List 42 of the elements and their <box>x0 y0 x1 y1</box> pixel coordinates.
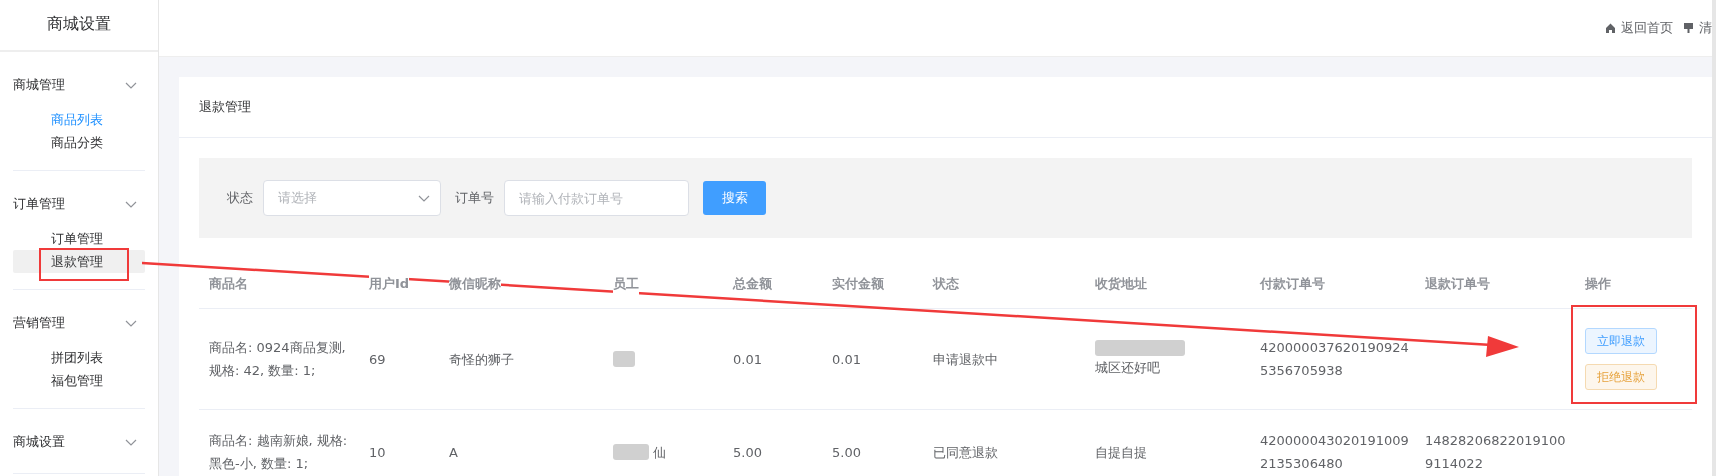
menu-group[interactable]: 商城设置 <box>13 427 145 457</box>
chevron-icon <box>125 319 137 327</box>
table-cell-text: 10 <box>369 443 387 462</box>
table-cell-text: 5.00 <box>733 443 763 462</box>
table-cell-text: 4200000430201910092135306480 <box>1260 432 1410 473</box>
header-link[interactable]: 清 <box>1683 19 1712 37</box>
table-cell-text: 奇怪的狮子 <box>449 350 515 369</box>
menu-item[interactable]: 订单管理 <box>13 227 145 250</box>
menu-item[interactable]: 拼团列表 <box>13 346 145 369</box>
table-cell-text: 69 <box>369 350 387 369</box>
table-cell-text: 申请退款中 <box>933 350 999 369</box>
menu-group[interactable]: 营销管理 <box>13 308 145 338</box>
select-placeholder: 请选择 <box>278 189 317 207</box>
home-icon <box>1605 22 1616 34</box>
table-cell-text: 已同意退款 <box>933 443 999 462</box>
chevron-icon <box>125 81 137 89</box>
table-cell-text: 5.00 <box>832 443 862 462</box>
table-cell-text: 148282068220191009114022 <box>1425 432 1567 473</box>
table-cell-text: 0.01 <box>733 350 763 369</box>
order-input[interactable]: 请输入付款订单号 <box>504 180 689 216</box>
table-cell-text: 0.01 <box>832 350 862 369</box>
menu-item[interactable]: 福包管理 <box>13 369 145 392</box>
table-cell-text: 商品名: 0924商品复测, 规格: 42, 数量: 1; <box>209 339 347 380</box>
table-cell-text: 4200000376201909245356705938 <box>1260 339 1410 380</box>
filter-label: 订单号 <box>455 189 494 207</box>
card-title: 退款管理 <box>179 77 1712 138</box>
chevron-icon <box>125 438 137 446</box>
menu-item[interactable]: 商品分类 <box>13 131 145 154</box>
table-cell-text: A <box>449 443 459 462</box>
menu-item[interactable]: 退款管理 <box>13 250 145 273</box>
sidebar-title: 商城设置 <box>0 0 158 52</box>
table-cell-text: 自提自提 <box>1095 443 1148 462</box>
table-cell-text: 仙 <box>653 443 666 462</box>
brush-icon <box>1683 22 1694 34</box>
table-cell-text: 商品名: 越南新娘, 规格: 黑色-小, 数量: 1; <box>209 432 349 473</box>
menu-group[interactable]: 商城管理 <box>13 70 145 100</box>
header-link[interactable]: 返回首页 <box>1605 19 1673 37</box>
address-text: 城区还好吧 <box>1095 358 1160 377</box>
filter-label: 状态 <box>227 189 253 207</box>
menu-group[interactable]: 订单管理 <box>13 189 145 219</box>
chevron-icon <box>418 194 430 202</box>
chevron-icon <box>125 200 137 208</box>
